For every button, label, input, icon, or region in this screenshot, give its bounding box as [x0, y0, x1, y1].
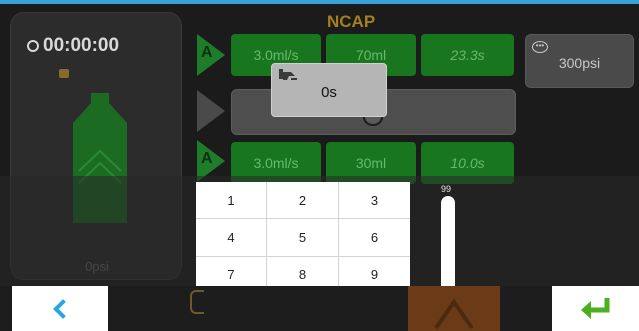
syringe-icon	[279, 69, 297, 80]
slider-max-label: 99	[441, 184, 452, 194]
hand-icon	[59, 69, 69, 78]
phase-2-marker[interactable]	[197, 90, 225, 132]
warning-triangle-icon	[434, 298, 474, 330]
timer-value: 00:00:00	[43, 35, 120, 56]
clock-icon	[27, 40, 39, 52]
more-options-icon: •••	[532, 41, 548, 53]
key-1[interactable]: 1	[196, 182, 267, 220]
key-4[interactable]: 4	[196, 219, 267, 257]
key-5[interactable]: 5	[267, 219, 339, 257]
key-3[interactable]: 3	[339, 182, 410, 220]
top-accent-line	[0, 0, 639, 4]
back-button[interactable]	[12, 286, 108, 331]
toolbar-item-right[interactable]	[408, 286, 500, 331]
chevron-left-icon	[53, 298, 73, 319]
phase-3-letter: A	[201, 150, 213, 167]
key-6[interactable]: 6	[339, 219, 410, 257]
toolbar-item-left[interactable]	[190, 290, 204, 314]
pressure-limit-value: 300psi	[558, 55, 601, 71]
value-entry-popup: 0s	[271, 63, 387, 117]
phase-1-letter: A	[201, 44, 213, 61]
enter-button[interactable]	[552, 286, 639, 331]
key-2[interactable]: 2	[267, 182, 339, 220]
injection-timer: 00:00:00	[27, 35, 119, 57]
enter-arrow-icon	[580, 297, 609, 319]
protocol-title: NCAP	[327, 12, 376, 31]
phase-1-duration[interactable]: 23.3s	[421, 34, 514, 76]
pressure-limit-tile[interactable]: ••• 300psi	[525, 34, 634, 88]
entry-value: 0s	[321, 84, 337, 101]
